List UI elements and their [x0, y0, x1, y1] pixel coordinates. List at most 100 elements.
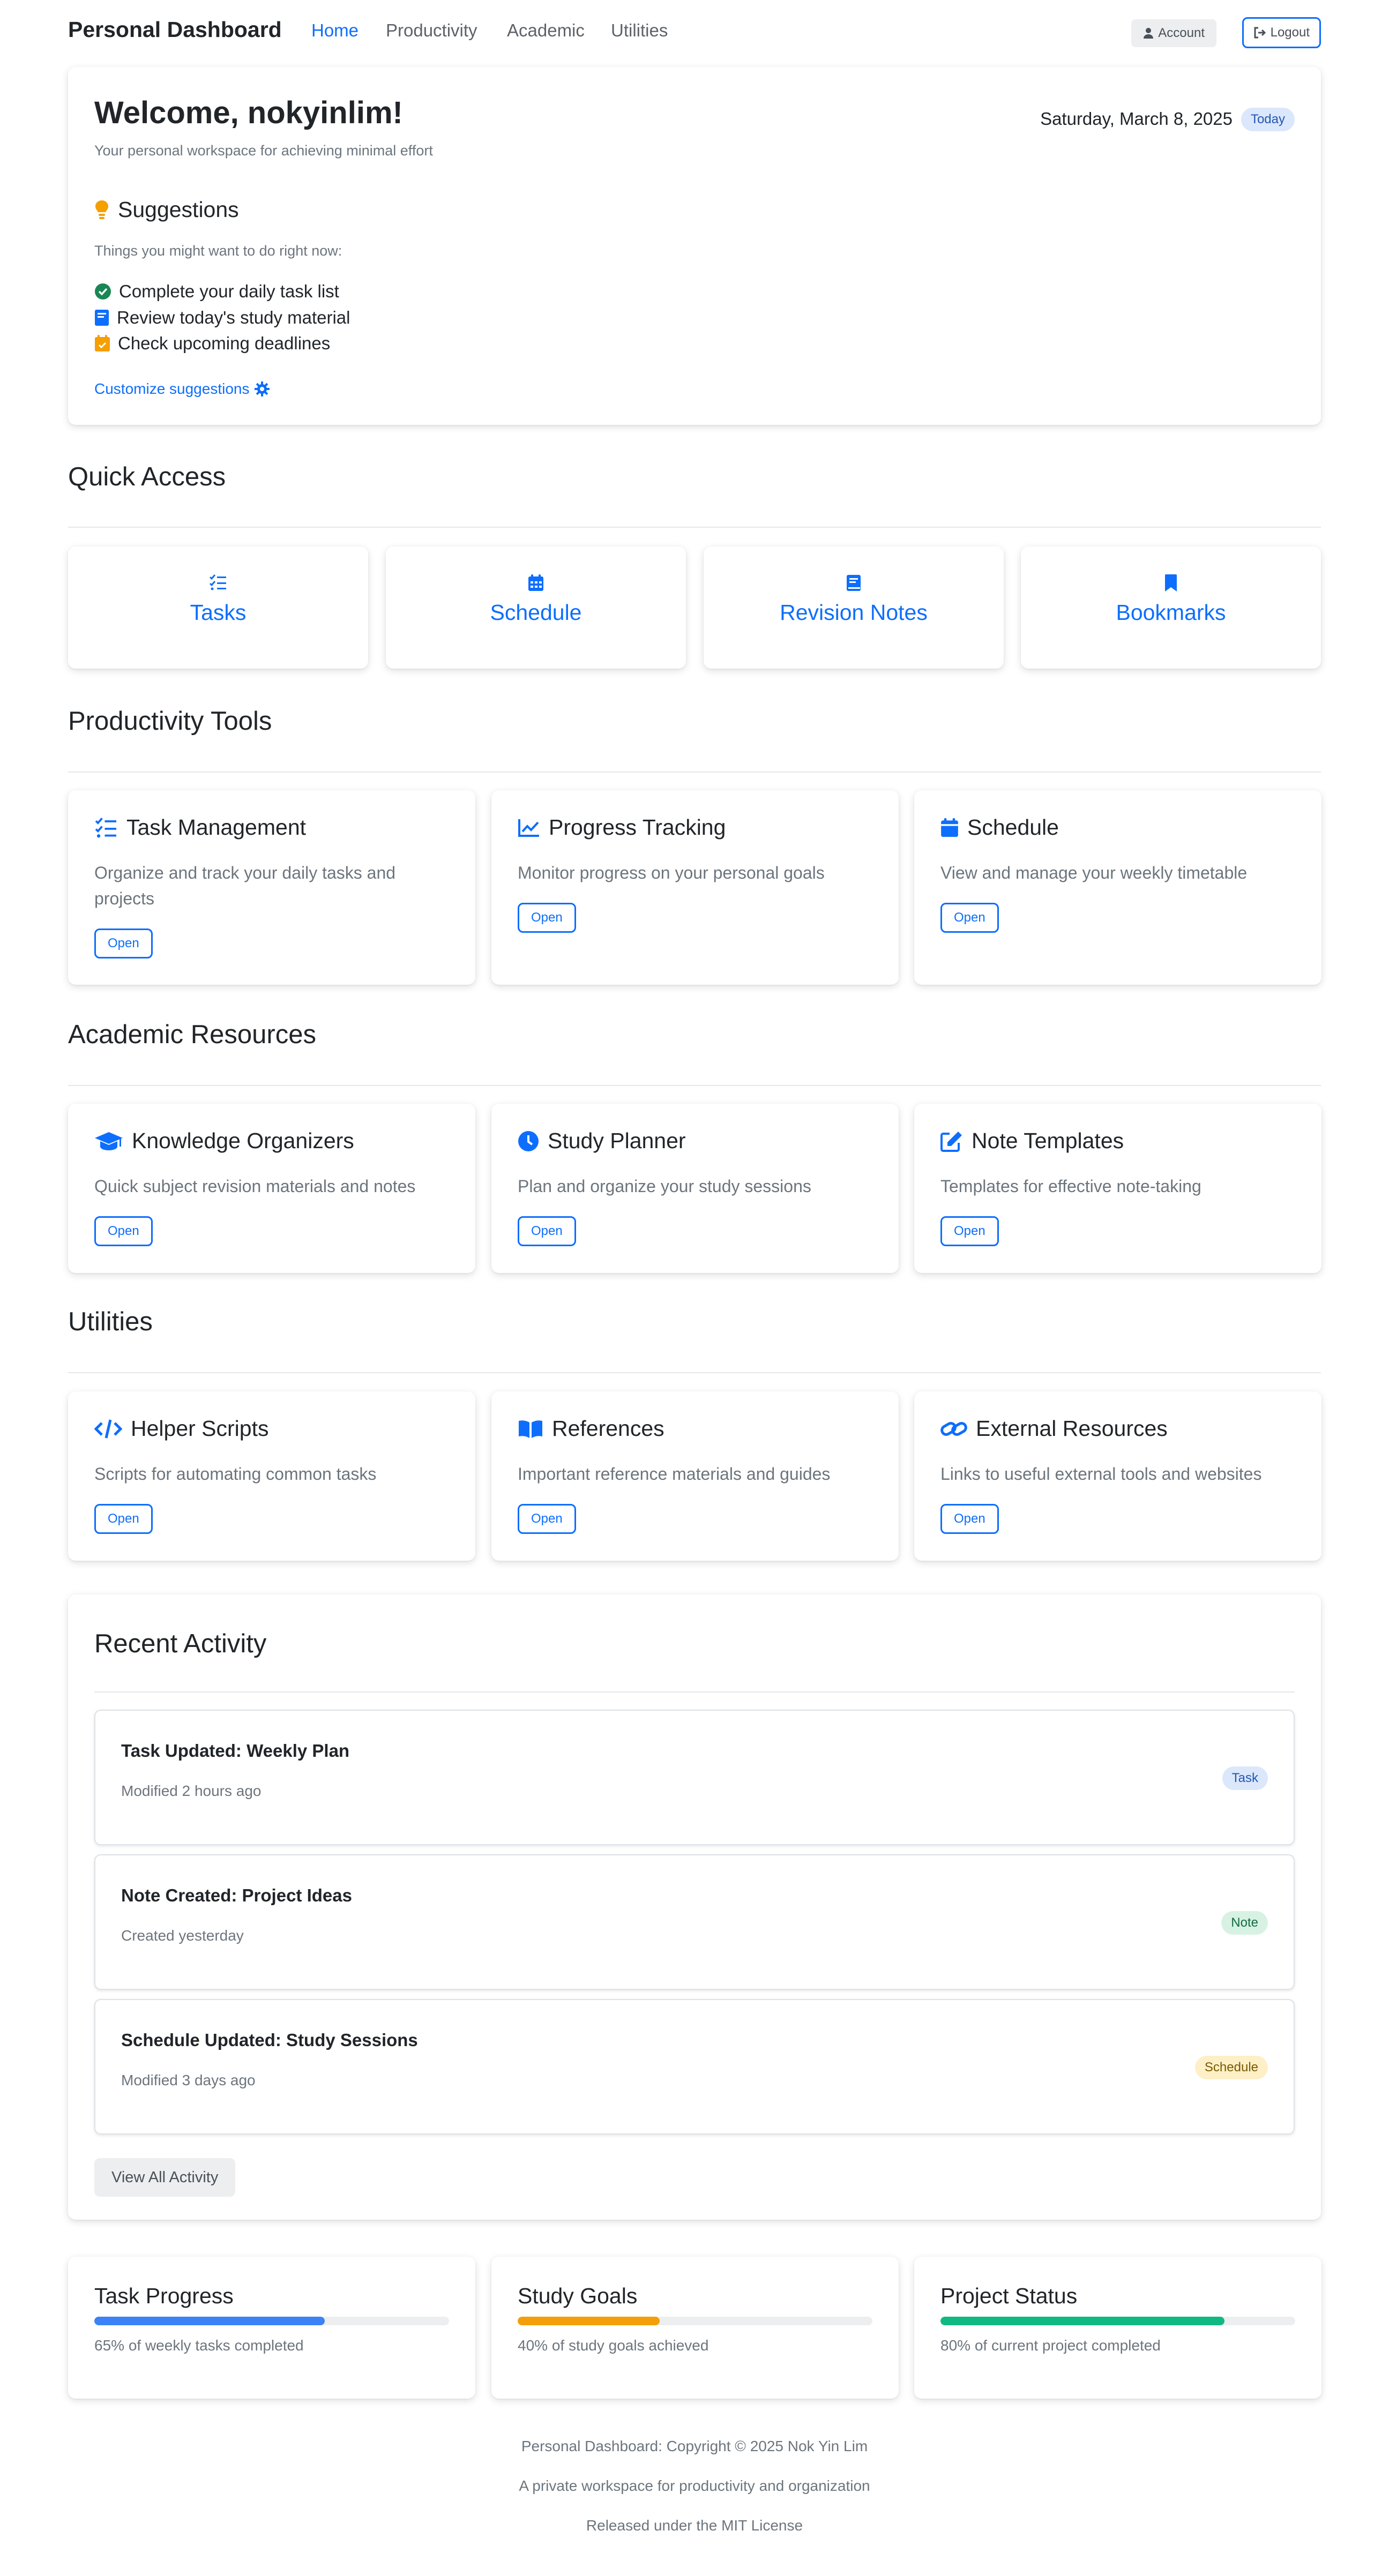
tool-heading: Note Templates	[940, 1128, 1124, 1154]
activity-item[interactable]: Schedule Updated: Study Sessions Modifie…	[94, 1999, 1295, 2135]
tool-heading: Progress Tracking	[518, 815, 726, 840]
activity-time: Modified 2 hours ago	[121, 1783, 262, 1799]
welcome-subtitle: Your personal workspace for achieving mi…	[94, 143, 433, 159]
quick-access-revision-notes[interactable]: Revision Notes	[704, 546, 1004, 669]
user-icon	[1144, 28, 1154, 39]
tool-title: Note Templates	[972, 1128, 1124, 1153]
section-divider	[68, 772, 1321, 773]
nav-link-productivity[interactable]: Productivity	[386, 20, 477, 41]
nav-link-academic[interactable]: Academic	[507, 20, 585, 41]
progress-fill	[940, 2317, 1224, 2325]
welcome-title: Welcome, nokyinlim!	[94, 95, 403, 130]
tool-description: Important reference materials and guides	[518, 1464, 831, 1484]
activity-time: Modified 3 days ago	[121, 2072, 256, 2088]
open-button[interactable]: Open	[940, 903, 999, 933]
quick-access-bookmarks[interactable]: Bookmarks	[1021, 546, 1321, 669]
tool-card-study-planner: Study Planner Plan and organize your stu…	[491, 1104, 899, 1273]
open-button[interactable]: Open	[940, 1504, 999, 1534]
chart-line-icon	[518, 819, 539, 837]
tool-card-progress-tracking: Progress Tracking Monitor progress on yo…	[491, 790, 899, 985]
graduation-cap-icon	[95, 1132, 123, 1150]
tool-description: Quick subject revision materials and not…	[94, 1177, 416, 1196]
footer-copyright: Personal Dashboard: Copyright © 2025 Nok…	[521, 2438, 868, 2454]
tool-heading: Task Management	[94, 815, 306, 840]
productivity-title: Productivity Tools	[68, 707, 272, 736]
view-all-activity-button[interactable]: View All Activity	[94, 2158, 236, 2197]
tool-heading: External Resources	[940, 1416, 1168, 1441]
progress-title: Study Goals	[518, 2283, 638, 2308]
section-divider	[94, 1691, 1295, 1693]
activity-item[interactable]: Task Updated: Weekly Plan Modified 2 hou…	[94, 1710, 1295, 1845]
progress-text: 65% of weekly tasks completed	[94, 2337, 304, 2354]
section-divider	[68, 527, 1321, 528]
utilities-title: Utilities	[68, 1307, 153, 1336]
open-button[interactable]: Open	[94, 1504, 153, 1534]
quick-access-label: Tasks	[190, 600, 247, 625]
tool-title: Knowledge Organizers	[132, 1128, 354, 1153]
recent-activity-title: Recent Activity	[94, 1629, 267, 1658]
quick-access-label: Revision Notes	[780, 600, 928, 625]
tool-heading: References	[518, 1416, 664, 1441]
activity-item[interactable]: Note Created: Project Ideas Created yest…	[94, 1854, 1295, 1990]
progress-card-project: Project Status 80% of current project co…	[914, 2257, 1321, 2399]
progress-fill	[94, 2317, 325, 2325]
suggestion-item[interactable]: Check upcoming deadlines	[94, 333, 330, 354]
nav-link-home[interactable]: Home	[311, 20, 359, 41]
calendar-check-icon	[95, 335, 110, 351]
tool-description: View and manage your weekly timetable	[940, 863, 1248, 882]
book-icon	[95, 310, 109, 326]
activity-title: Note Created: Project Ideas	[121, 1885, 352, 1905]
tool-title: Study Planner	[548, 1128, 686, 1153]
customize-suggestions-link[interactable]: Customize suggestions	[94, 380, 270, 398]
recent-activity-card: Recent Activity Task Updated: Weekly Pla…	[68, 1594, 1321, 2220]
progress-text: 80% of current project completed	[940, 2337, 1161, 2354]
tool-heading: Helper Scripts	[94, 1416, 268, 1441]
open-button[interactable]: Open	[518, 1504, 576, 1534]
quick-access-schedule[interactable]: Schedule	[386, 546, 686, 669]
progress-card-study: Study Goals 40% of study goals achieved	[491, 2257, 899, 2399]
open-button[interactable]: Open	[94, 928, 153, 958]
activity-title: Task Updated: Weekly Plan	[121, 1741, 350, 1761]
tool-card-helper-scripts: Helper Scripts Scripts for automating co…	[68, 1391, 475, 1561]
suggestions-title: Suggestions	[118, 197, 239, 222]
list-check-icon	[95, 817, 116, 837]
activity-badge: Task	[1222, 1766, 1268, 1790]
progress-bar	[940, 2317, 1295, 2325]
list-check-icon	[210, 574, 226, 590]
tool-title: Schedule	[967, 815, 1059, 840]
navbar: Personal Dashboard Home Productivity Aca…	[68, 0, 1321, 64]
activity-badge: Schedule	[1194, 2056, 1268, 2079]
progress-bar	[518, 2317, 872, 2325]
suggestion-item[interactable]: Complete your daily task list	[94, 281, 339, 302]
clock-icon	[518, 1130, 539, 1151]
tool-description: Monitor progress on your personal goals	[518, 863, 825, 882]
nav-link-utilities[interactable]: Utilities	[611, 20, 668, 41]
welcome-card: Welcome, nokyinlim! Your personal worksp…	[68, 67, 1321, 425]
account-button[interactable]: Account	[1131, 19, 1216, 47]
calendar-icon	[528, 574, 543, 591]
brand[interactable]: Personal Dashboard	[68, 17, 282, 42]
tool-card-task-management: Task Management Organize and track your …	[68, 790, 475, 985]
open-button[interactable]: Open	[940, 1216, 999, 1246]
book-open-icon	[519, 1420, 542, 1438]
quick-access-tasks[interactable]: Tasks	[68, 546, 368, 669]
footer-license: Released under the MIT License	[586, 2517, 803, 2534]
tool-heading: Knowledge Organizers	[94, 1128, 354, 1154]
link-icon	[940, 1421, 967, 1436]
tool-title: External Resources	[976, 1416, 1168, 1441]
suggestion-label: Complete your daily task list	[119, 281, 339, 301]
suggestion-item[interactable]: Review today's study material	[94, 308, 350, 328]
tool-card-knowledge-organizers: Knowledge Organizers Quick subject revis…	[68, 1104, 475, 1273]
suggestions-subtitle: Things you might want to do right now:	[94, 243, 342, 259]
progress-fill	[518, 2317, 660, 2325]
tool-card-schedule: Schedule View and manage your weekly tim…	[914, 790, 1321, 985]
book-icon	[847, 575, 861, 591]
lightbulb-icon	[95, 200, 108, 219]
section-divider	[68, 1085, 1321, 1086]
logout-button[interactable]: Logout	[1242, 17, 1321, 48]
edit-icon	[940, 1131, 962, 1152]
open-button[interactable]: Open	[518, 1216, 576, 1246]
open-button[interactable]: Open	[518, 903, 576, 933]
suggestion-label: Check upcoming deadlines	[118, 333, 331, 353]
open-button[interactable]: Open	[94, 1216, 153, 1246]
